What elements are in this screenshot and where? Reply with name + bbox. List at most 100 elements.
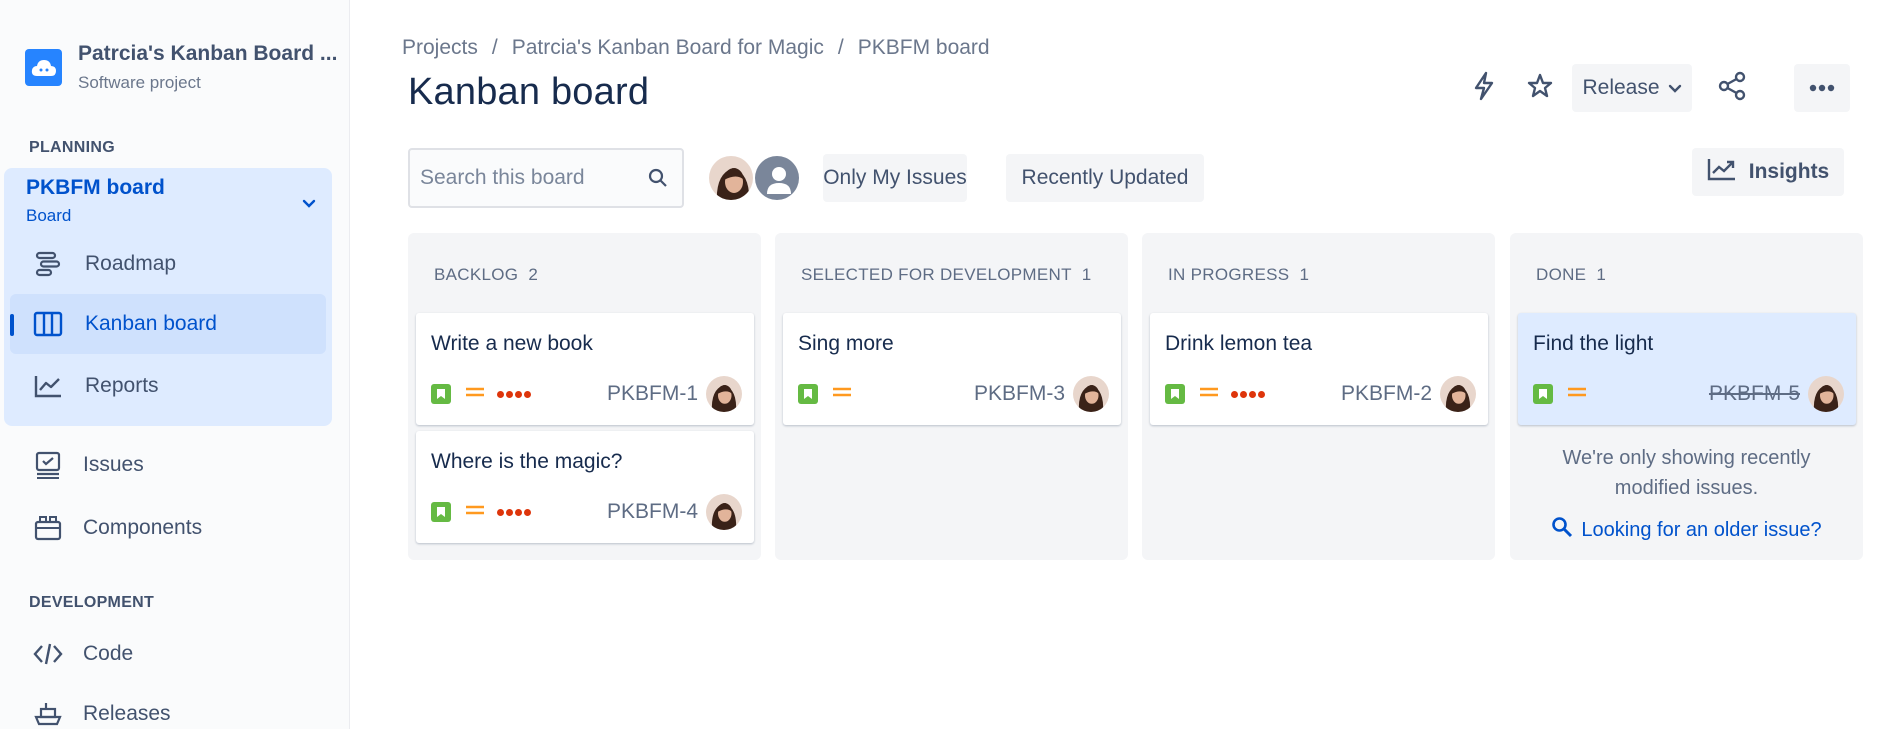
column-title: BACKLOG 2 (434, 265, 539, 284)
story-icon (431, 384, 451, 404)
issue-key[interactable]: PKBFM-2 (1341, 382, 1432, 406)
priority-medium-icon (1567, 385, 1587, 404)
user-avatar[interactable] (707, 154, 755, 202)
issue-key[interactable]: PKBFM-4 (607, 500, 698, 524)
release-button[interactable]: Release (1572, 64, 1692, 112)
column-title: SELECTED FOR DEVELOPMENT 1 (801, 265, 1092, 284)
board-column-done: DONE 1 Find the light PKBFM-5 We're only… (1510, 233, 1863, 560)
board-sub-label: Board (26, 206, 72, 225)
top-actions (1460, 64, 1564, 112)
sidebar-item-label: Releases (83, 702, 171, 725)
sidebar-item-roadmap[interactable]: Roadmap (10, 234, 326, 294)
page-title: Kanban board (408, 71, 650, 113)
sidebar-item-label: Issues (83, 453, 144, 476)
issue-card[interactable]: Write a new book PKBFM-1 (416, 313, 754, 425)
share-icon (1717, 71, 1747, 106)
sidebar-item-label: Reports (85, 374, 159, 397)
planning-section-title: PLANNING (29, 139, 115, 156)
story-icon (431, 502, 451, 522)
sidebar-item-issues[interactable]: Issues (10, 435, 326, 495)
releases-icon (32, 698, 64, 729)
issue-key[interactable]: PKBFM-3 (974, 382, 1065, 406)
column-title: DONE 1 (1536, 265, 1607, 284)
unassigned-avatar[interactable] (753, 154, 801, 202)
column-title: IN PROGRESS 1 (1168, 265, 1310, 284)
star-button[interactable] (1516, 64, 1564, 112)
issue-key[interactable]: PKBFM-5 (1709, 382, 1800, 406)
board-column-in-progress: IN PROGRESS 1 Drink lemon tea PKBFM-2 (1142, 233, 1495, 560)
card-title: Write a new book (431, 332, 593, 355)
priority-medium-icon (465, 503, 485, 522)
assignee-filter (707, 154, 801, 202)
estimate-dots-icon (1231, 390, 1265, 398)
sidebar: Patrcia's Kanban Board ... Software proj… (0, 0, 350, 729)
done-column-note: We're only showing recently modified iss… (1562, 447, 1811, 499)
search-box (408, 148, 684, 208)
chevron-down-icon (302, 196, 316, 214)
roadmap-icon (32, 248, 64, 280)
older-issue-link[interactable]: Looking for an older issue? (1510, 516, 1863, 544)
release-label: Release (1582, 76, 1660, 99)
breadcrumb-separator: / (491, 36, 498, 59)
sidebar-item-kanban-board[interactable]: Kanban board (10, 294, 326, 354)
issue-card[interactable]: Drink lemon tea PKBFM-2 (1150, 313, 1488, 425)
chevron-down-icon (1668, 76, 1682, 100)
sidebar-item-label: Components (83, 516, 203, 539)
priority-medium-icon (465, 385, 485, 404)
recently-updated-filter[interactable]: Recently Updated (1006, 154, 1204, 202)
lightning-icon (1472, 71, 1496, 106)
assignee-avatar[interactable] (1440, 376, 1476, 412)
card-title: Find the light (1533, 332, 1654, 355)
sidebar-item-releases[interactable]: Releases (10, 684, 326, 729)
share-button[interactable] (1708, 64, 1756, 112)
search-icon[interactable] (648, 168, 668, 193)
board-selector[interactable]: PKBFM board Board (26, 176, 316, 226)
sidebar-item-label: Roadmap (85, 252, 177, 275)
assignee-avatar[interactable] (1808, 376, 1844, 412)
sidebar-item-label: Code (83, 642, 134, 665)
only-my-issues-filter[interactable]: Only My Issues (823, 154, 967, 202)
issue-card[interactable]: Find the light PKBFM-5 (1518, 313, 1856, 425)
more-icon (1809, 79, 1835, 97)
search-icon (1551, 516, 1573, 544)
estimate-dots-icon (497, 508, 531, 516)
story-icon (798, 384, 818, 404)
insights-button[interactable]: Insights (1692, 148, 1844, 196)
breadcrumb: Projects / Patrcia's Kanban Board for Ma… (402, 36, 990, 60)
sidebar-item-code[interactable]: Code (10, 624, 326, 684)
project-name: Patrcia's Kanban Board ... (78, 42, 338, 65)
priority-medium-icon (1199, 385, 1219, 404)
priority-medium-icon (832, 385, 852, 404)
story-icon (1533, 384, 1553, 404)
older-issue-link-label: Looking for an older issue? (1581, 518, 1822, 541)
issue-card[interactable]: Where is the magic? PKBFM-4 (416, 431, 754, 543)
sidebar-item-components[interactable]: Components (10, 498, 326, 558)
breadcrumb-project[interactable]: Patrcia's Kanban Board for Magic (512, 36, 824, 60)
breadcrumb-projects[interactable]: Projects (402, 36, 478, 60)
sidebar-item-label: Kanban board (85, 312, 217, 335)
assignee-avatar[interactable] (1073, 376, 1109, 412)
issue-key[interactable]: PKBFM-1 (607, 382, 698, 406)
reports-icon (32, 370, 64, 402)
story-icon (1165, 384, 1185, 404)
assignee-avatar[interactable] (706, 494, 742, 530)
project-header[interactable]: Patrcia's Kanban Board ... Software proj… (25, 42, 337, 93)
issue-card[interactable]: Sing more PKBFM-3 (783, 313, 1121, 425)
star-icon (1526, 72, 1554, 105)
card-title: Drink lemon tea (1165, 332, 1313, 355)
issues-icon (32, 449, 64, 481)
search-input[interactable] (420, 166, 620, 190)
sidebar-item-reports[interactable]: Reports (10, 356, 326, 416)
assignee-avatar[interactable] (706, 376, 742, 412)
board-column-backlog: BACKLOG 2 Write a new book PKBFM-1 Where… (408, 233, 761, 560)
board-column-selected-for-development: SELECTED FOR DEVELOPMENT 1 Sing more PKB… (775, 233, 1128, 560)
development-section-title: DEVELOPMENT (29, 594, 155, 611)
breadcrumb-board[interactable]: PKBFM board (858, 36, 990, 60)
project-type: Software project (78, 73, 201, 92)
card-title: Where is the magic? (431, 450, 623, 473)
automation-button[interactable] (1460, 64, 1508, 112)
estimate-dots-icon (497, 390, 531, 398)
more-actions-button[interactable] (1794, 64, 1850, 112)
card-title: Sing more (798, 332, 894, 355)
insights-label: Insights (1748, 160, 1830, 183)
